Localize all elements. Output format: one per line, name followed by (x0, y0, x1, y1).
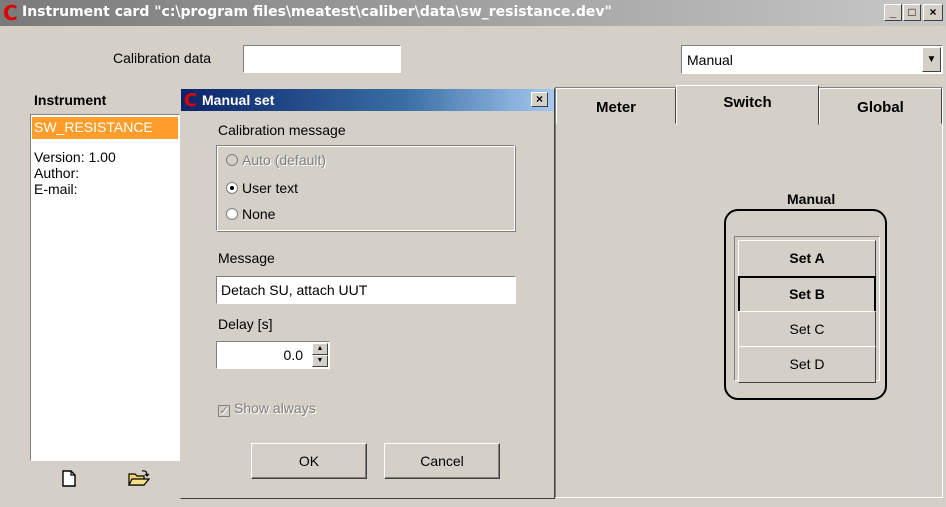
window-titlebar[interactable]: C Instrument card "c:\program files\meat… (0, 0, 946, 26)
maximize-icon: □ (908, 5, 916, 19)
radio-auto-label: Auto (default) (242, 152, 327, 168)
set-d-button[interactable]: Set D (738, 346, 876, 383)
calibration-message-label: Calibration message (218, 122, 346, 138)
mode-select-value: Manual (687, 52, 733, 68)
close-button[interactable]: × (923, 4, 943, 21)
radio-user-text[interactable]: User text (226, 180, 298, 196)
close-icon: × (535, 92, 543, 106)
calibration-data-input[interactable] (243, 45, 401, 73)
dialog-close-button[interactable]: × (531, 92, 548, 107)
instrument-header: Instrument (34, 92, 107, 108)
radio-user-text-label: User text (242, 180, 299, 196)
instrument-card-window: C Instrument card "c:\program files\meat… (0, 0, 946, 507)
open-folder-icon[interactable] (128, 470, 151, 492)
cancel-button[interactable]: Cancel (384, 443, 500, 479)
tab-meter[interactable]: Meter (556, 88, 676, 124)
radio-none-label: None (242, 206, 276, 222)
radio-button-checked-icon (226, 182, 238, 194)
radio-none[interactable]: None (226, 206, 275, 222)
instrument-info: Version: 1.00 Author: E-mail: (34, 149, 116, 197)
new-file-icon[interactable] (62, 470, 76, 492)
instrument-email: E-mail: (34, 181, 78, 197)
radio-auto-default[interactable]: Auto (default) (226, 152, 326, 168)
show-always-checkbox[interactable]: ✓ Show always (218, 400, 316, 417)
instrument-author: Author: (34, 165, 80, 181)
minimize-icon: _ (889, 5, 897, 19)
spin-down-icon[interactable]: ▼ (312, 355, 328, 367)
minimize-button[interactable]: _ (884, 4, 902, 21)
spin-up-icon[interactable]: ▲ (312, 343, 328, 355)
window-title: Instrument card "c:\program files\meates… (22, 4, 612, 20)
dialog-logo-icon: C (184, 90, 198, 111)
checkbox-checked-icon: ✓ (218, 405, 230, 417)
calibration-data-label: Calibration data (113, 50, 212, 66)
instrument-version: Version: 1.00 (34, 149, 116, 165)
show-always-label: Show always (234, 400, 316, 416)
set-b-button[interactable]: Set B (738, 276, 876, 313)
instrument-list[interactable]: SW_RESISTANCE Version: 1.00 Author: E-ma… (30, 114, 180, 461)
message-label: Message (218, 250, 275, 266)
mode-select[interactable]: Manual ▼ (681, 45, 943, 74)
radio-button-icon (226, 154, 238, 166)
delay-label: Delay [s] (218, 316, 273, 332)
dialog-titlebar[interactable]: C Manual set (181, 89, 554, 111)
maximize-button[interactable]: □ (903, 4, 921, 21)
set-a-button[interactable]: Set A (738, 240, 876, 277)
delay-spinbox[interactable]: 0.0 ▲ ▼ (216, 341, 330, 369)
radio-button-icon (226, 208, 238, 220)
ok-button[interactable]: OK (251, 443, 367, 479)
tab-global[interactable]: Global (819, 88, 942, 124)
switch-mode-title: Manual (787, 191, 836, 207)
chevron-down-icon[interactable]: ▼ (922, 47, 941, 72)
dialog-title: Manual set (202, 92, 275, 108)
instrument-list-item-selected[interactable]: SW_RESISTANCE (32, 117, 178, 139)
message-input[interactable]: Detach SU, attach UUT (216, 276, 516, 304)
close-icon: × (929, 5, 937, 19)
tab-switch[interactable]: Switch (676, 85, 819, 125)
set-c-button[interactable]: Set C (738, 311, 876, 348)
app-logo-icon: C (3, 1, 18, 25)
delay-value: 0.0 (283, 347, 303, 363)
